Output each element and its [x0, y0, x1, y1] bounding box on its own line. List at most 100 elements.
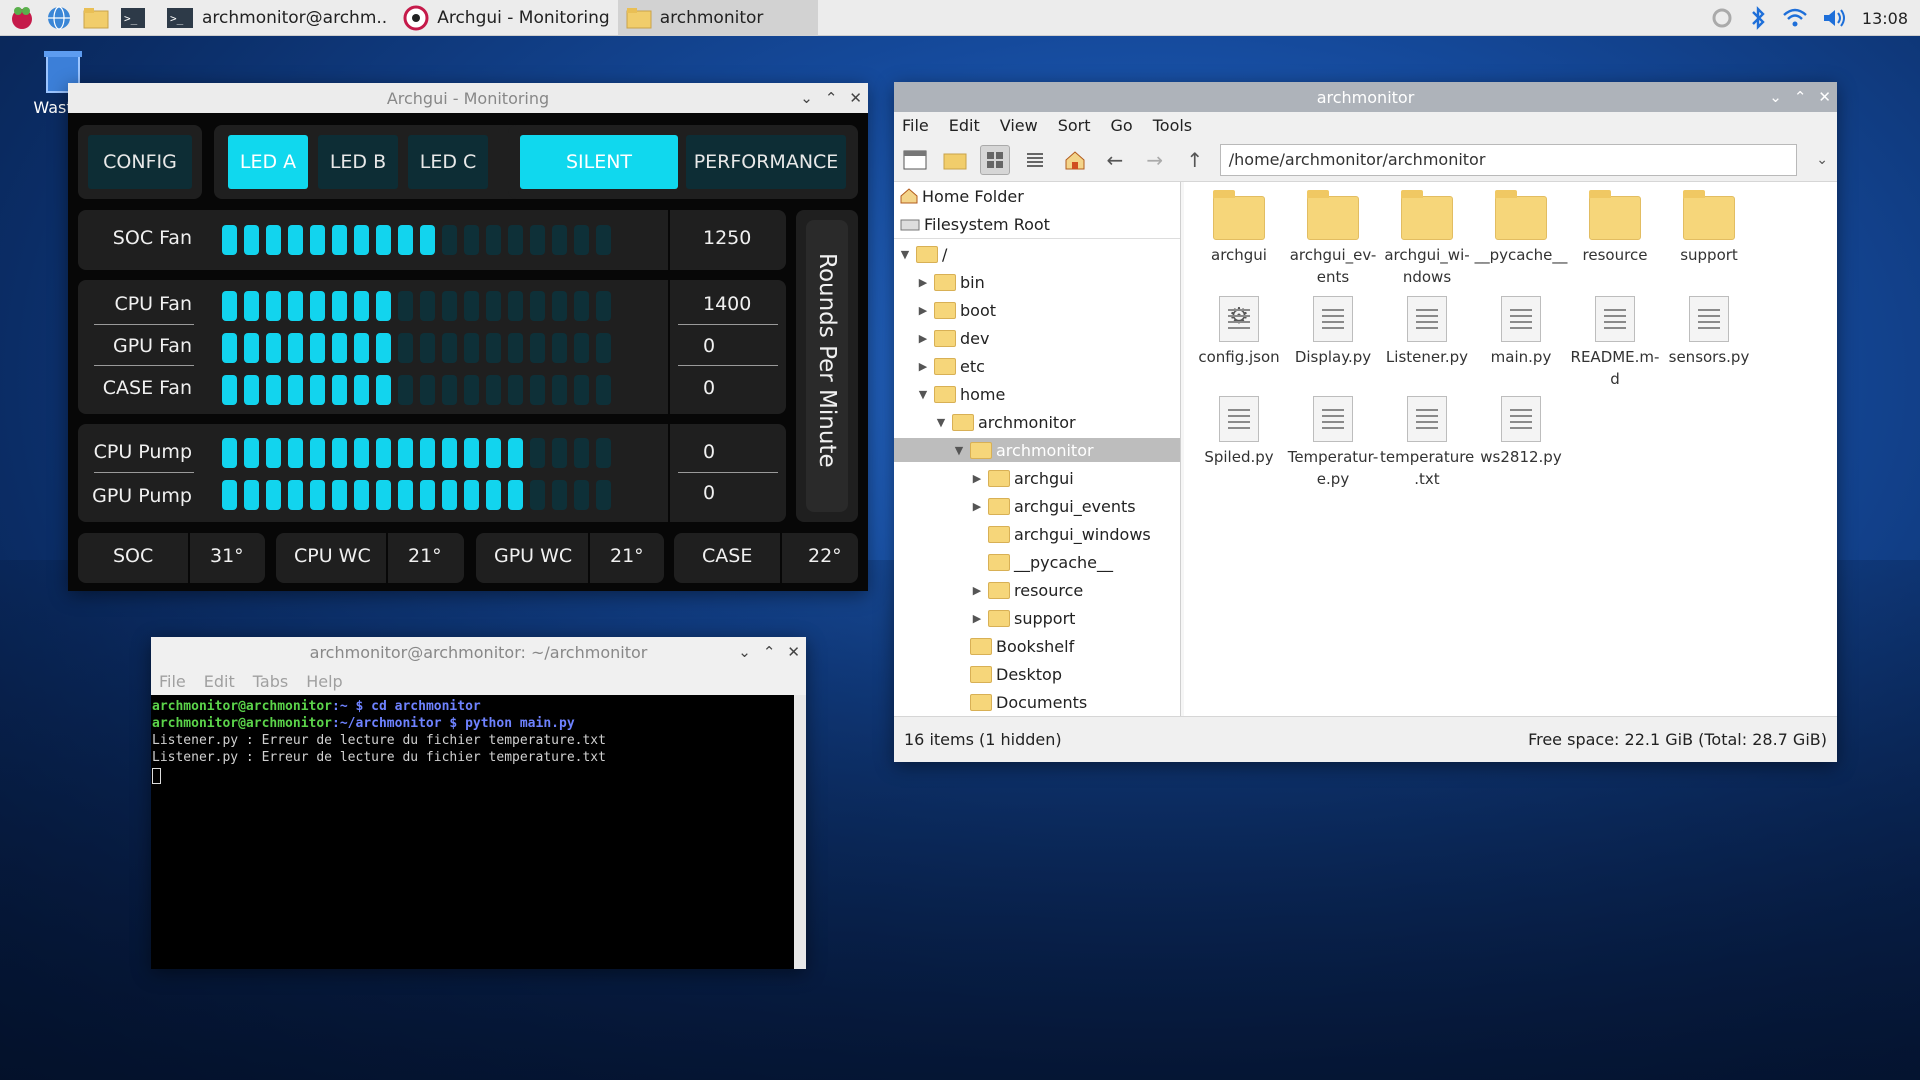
home-icon[interactable] — [1060, 145, 1090, 175]
task-archgui[interactable]: Archgui - Monitoring — [395, 0, 618, 36]
menu-tabs[interactable]: Tabs — [253, 672, 288, 691]
tree-item[interactable]: ▼ / — [894, 242, 948, 266]
volume-icon[interactable] — [1822, 7, 1848, 29]
folder-item[interactable]: resource — [1568, 190, 1662, 266]
bluetooth-icon[interactable] — [1748, 5, 1768, 31]
close-icon[interactable]: ✕ — [849, 89, 862, 107]
files-launcher-icon[interactable] — [81, 3, 111, 33]
terminal-scrollbar[interactable] — [794, 695, 806, 969]
folder-item[interactable]: archgui_ev- ents — [1286, 190, 1380, 288]
folder-item[interactable]: archgui_wi- ndows — [1380, 190, 1474, 288]
list-view-icon[interactable] — [1020, 145, 1050, 175]
maximize-icon[interactable]: ⌃ — [825, 89, 838, 107]
menu-edit[interactable]: Edit — [949, 116, 980, 135]
file-item[interactable]: ws2812.py — [1474, 396, 1568, 468]
collapsed-arrow-icon[interactable]: ▶ — [916, 304, 930, 317]
terminal-launcher-icon[interactable]: >_ — [118, 3, 148, 33]
silent-button[interactable]: SILENT — [520, 135, 678, 189]
folder-item[interactable]: archgui — [1192, 190, 1286, 266]
performance-button[interactable]: PERFORMANCE — [686, 135, 846, 189]
minimize-icon[interactable]: ⌄ — [800, 89, 813, 107]
filemanager-titlebar[interactable]: archmonitor ⌄ ⌃ ✕ — [894, 82, 1837, 112]
led-a-button[interactable]: LED A — [228, 135, 308, 189]
file-item[interactable]: Listener.py — [1380, 296, 1474, 368]
icon-view-icon[interactable] — [979, 144, 1010, 175]
config-button[interactable]: CONFIG — [88, 135, 192, 189]
archgui-titlebar[interactable]: Archgui - Monitoring ⌄ ⌃ ✕ — [68, 83, 868, 113]
tree-item[interactable]: ▶ resource — [894, 578, 1083, 602]
tree-item[interactable]: archgui_windows — [894, 522, 1151, 546]
menu-go[interactable]: Go — [1111, 116, 1133, 135]
file-item[interactable]: ⚙ config.json — [1192, 296, 1286, 368]
new-folder-icon[interactable] — [940, 145, 970, 175]
collapsed-arrow-icon[interactable]: ▶ — [970, 612, 984, 625]
fan-label: CPU Fan — [114, 293, 192, 315]
maximize-icon[interactable]: ⌃ — [1794, 88, 1807, 106]
menu-edit[interactable]: Edit — [204, 672, 235, 691]
file-item[interactable]: README.m- d — [1568, 296, 1662, 390]
terminal-titlebar[interactable]: archmonitor@archmonitor: ~/archmonitor ⌄… — [151, 637, 806, 667]
expanded-arrow-icon[interactable]: ▼ — [934, 416, 948, 429]
file-item[interactable]: Temperatur- e.py — [1286, 396, 1380, 490]
menu-view[interactable]: View — [1000, 116, 1038, 135]
collapsed-arrow-icon[interactable]: ▶ — [916, 332, 930, 345]
tree-item[interactable]: ▼ home — [894, 382, 1006, 406]
task-filemanager[interactable]: archmonitor — [617, 0, 818, 36]
tree-item[interactable]: ▶ etc — [894, 354, 985, 378]
menu-help[interactable]: Help — [306, 672, 342, 691]
menu-file[interactable]: File — [902, 116, 929, 135]
new-window-icon[interactable] — [900, 145, 930, 175]
wifi-icon[interactable] — [1782, 7, 1808, 29]
menu-file[interactable]: File — [159, 672, 186, 691]
address-dropdown-icon[interactable]: ⌄ — [1807, 145, 1837, 175]
menu-tools[interactable]: Tools — [1153, 116, 1192, 135]
sync-icon[interactable] — [1710, 6, 1734, 30]
place-root[interactable]: Filesystem Root — [900, 212, 1050, 236]
led-b-button[interactable]: LED B — [318, 135, 398, 189]
file-item[interactable]: Spiled.py — [1192, 396, 1286, 468]
tree-item[interactable]: ▶ archgui_events — [894, 494, 1136, 518]
terminal-output[interactable]: archmonitor@archmonitor:~ $ cd archmonit… — [151, 695, 794, 969]
file-item[interactable]: Display.py — [1286, 296, 1380, 368]
file-item[interactable]: temperature .txt — [1380, 396, 1474, 490]
collapsed-arrow-icon[interactable]: ▶ — [970, 584, 984, 597]
back-icon[interactable]: ← — [1100, 145, 1130, 175]
menu-sort[interactable]: Sort — [1058, 116, 1091, 135]
maximize-icon[interactable]: ⌃ — [763, 643, 776, 661]
tree-item[interactable]: ▶ boot — [894, 298, 996, 322]
tree-item[interactable]: ▶ dev — [894, 326, 990, 350]
place-home[interactable]: Home Folder — [900, 184, 1024, 208]
tree-item[interactable]: ▼ archmonitor — [894, 410, 1076, 434]
expanded-arrow-icon[interactable]: ▼ — [916, 388, 930, 401]
tree-item[interactable]: Desktop — [894, 662, 1062, 686]
collapsed-arrow-icon[interactable]: ▶ — [970, 472, 984, 485]
tree-item[interactable]: ▶ bin — [894, 270, 985, 294]
browser-icon[interactable] — [44, 3, 74, 33]
raspberry-menu-icon[interactable] — [7, 3, 37, 33]
address-bar[interactable]: /home/archmonitor/archmonitor — [1219, 143, 1798, 176]
tree-item[interactable]: ▶ archgui — [894, 466, 1074, 490]
collapsed-arrow-icon[interactable]: ▶ — [916, 360, 930, 373]
led-c-button[interactable]: LED C — [408, 135, 488, 189]
tree-item[interactable]: __pycache__ — [894, 550, 1113, 574]
forward-icon[interactable]: → — [1140, 145, 1170, 175]
collapsed-arrow-icon[interactable]: ▶ — [970, 500, 984, 513]
tree-item[interactable]: ▼ archmonitor — [894, 438, 1180, 462]
up-icon[interactable]: ↑ — [1180, 145, 1210, 175]
collapsed-arrow-icon[interactable]: ▶ — [916, 276, 930, 289]
tree-item[interactable]: ▶ support — [894, 606, 1076, 630]
close-icon[interactable]: ✕ — [1818, 88, 1831, 106]
expanded-arrow-icon[interactable]: ▼ — [952, 444, 966, 457]
minimize-icon[interactable]: ⌄ — [1769, 88, 1782, 106]
folder-item[interactable]: support — [1662, 190, 1756, 266]
minimize-icon[interactable]: ⌄ — [738, 643, 751, 661]
expanded-arrow-icon[interactable]: ▼ — [898, 248, 912, 261]
folder-item[interactable]: __pycache__ — [1474, 190, 1568, 266]
task-terminal[interactable]: >_ archmonitor@archm.. — [158, 0, 395, 36]
close-icon[interactable]: ✕ — [787, 643, 800, 661]
file-item[interactable]: main.py — [1474, 296, 1568, 368]
file-item[interactable]: sensors.py — [1662, 296, 1756, 368]
tree-item[interactable]: Documents — [894, 690, 1087, 714]
clock[interactable]: 13:08 — [1862, 9, 1908, 28]
tree-item[interactable]: Bookshelf — [894, 634, 1074, 658]
